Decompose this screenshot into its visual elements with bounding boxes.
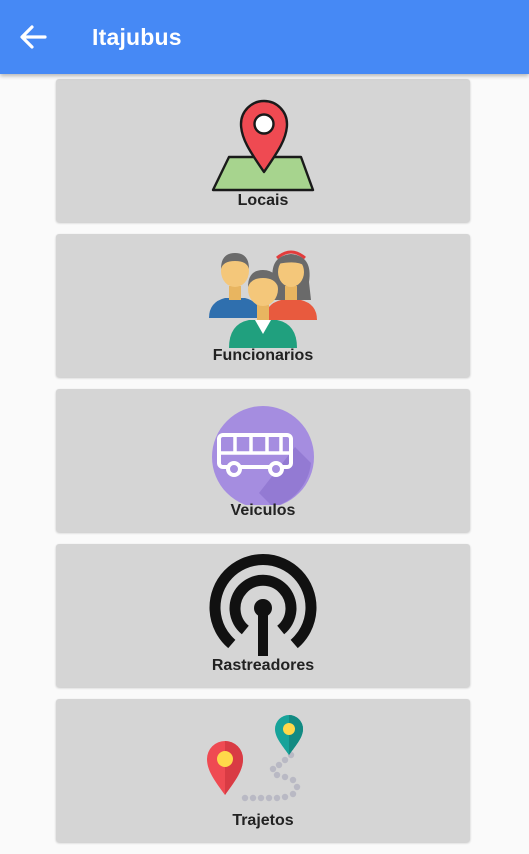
menu-card-locais[interactable]: Locais: [56, 79, 470, 222]
menu-list: Locais Funcionarios Veiculos Rastreadore…: [56, 79, 470, 854]
arrow-left-icon: [20, 25, 47, 49]
menu-card-label: Locais: [237, 192, 289, 209]
menu-card-veiculos[interactable]: Veiculos: [56, 389, 470, 532]
menu-card-label: Trajetos: [232, 812, 294, 829]
app-bar: Itajubus: [0, 0, 529, 74]
back-button[interactable]: [14, 19, 54, 55]
menu-card-rastreadores[interactable]: Rastreadores: [56, 544, 470, 687]
menu-card-label: Funcionarios: [212, 347, 314, 364]
menu-card-label: Veiculos: [230, 502, 296, 519]
bus-icon: [203, 397, 323, 505]
route-icon: [203, 707, 323, 815]
people-group-icon: [203, 242, 323, 350]
tracker-signal-icon: [203, 552, 323, 660]
menu-card-label: Rastreadores: [211, 657, 315, 674]
menu-card-funcionarios[interactable]: Funcionarios: [56, 234, 470, 377]
menu-card-trajetos[interactable]: Trajetos: [56, 699, 470, 842]
map-pin-icon: [203, 87, 323, 195]
page-title: Itajubus: [92, 24, 182, 50]
